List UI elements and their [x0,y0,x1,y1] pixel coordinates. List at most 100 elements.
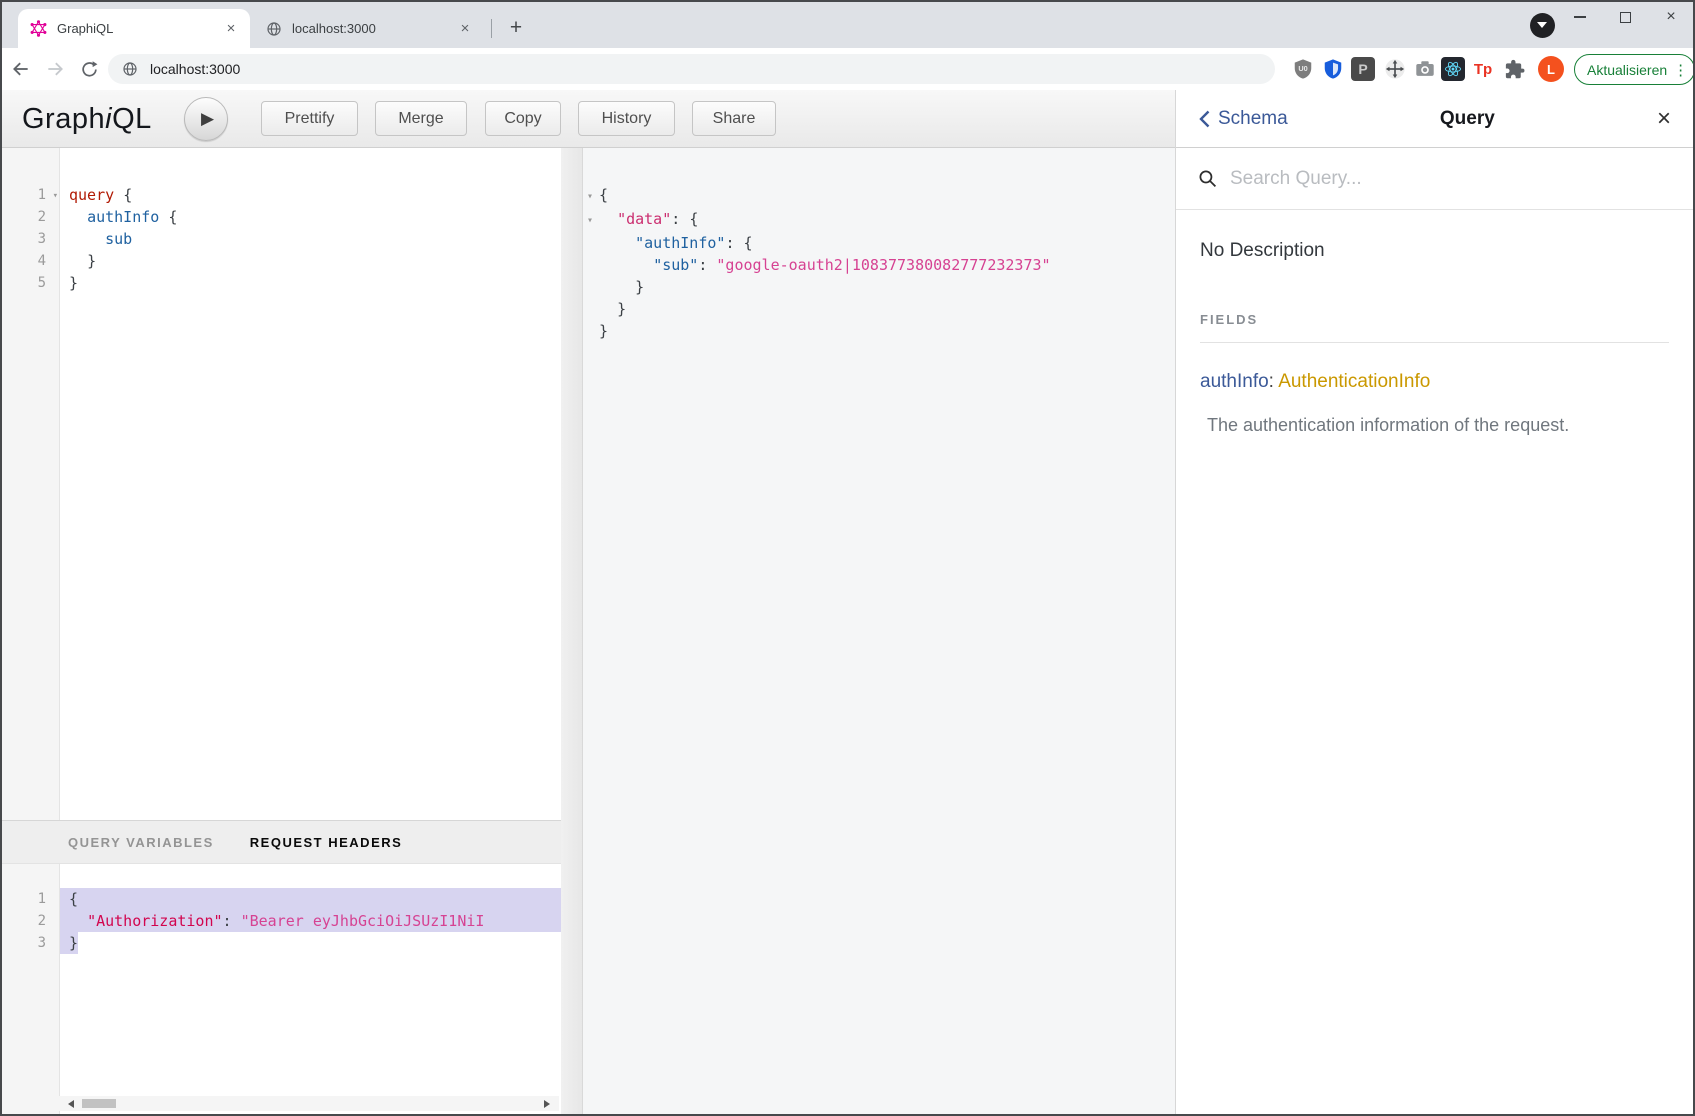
horizontal-scrollbar[interactable] [59,1096,559,1111]
scroll-left-icon[interactable] [64,1100,74,1108]
graphiql-app: GraphiQL ▶ Prettify Merge Copy History S… [2,90,1693,1114]
line-gutter: 1 [2,888,59,910]
maximize-icon [1620,12,1631,23]
address-bar[interactable]: localhost:3000 [108,54,1275,84]
code-line: 1▾query { [2,184,561,206]
prettify-button[interactable]: Prettify [261,101,358,136]
code-line: 3} [2,932,561,954]
code-text: authInfo { [59,206,561,228]
docs-header: Schema Query × [1176,90,1693,148]
code-line: ▾ "data": { [583,208,1175,232]
extensions-puzzle-icon[interactable] [1502,56,1528,82]
browser-toolbar: localhost:3000 U0 P Tp L Aktual [2,48,1693,90]
fold-icon[interactable]: ▾ [587,191,593,202]
move-cross-extension-icon[interactable] [1382,56,1408,82]
globe-icon [266,21,282,37]
fold-icon[interactable]: ▾ [587,215,593,226]
docs-title: Query [1288,108,1657,130]
field-row: authInfo: AuthenticationInfo [1200,371,1669,393]
code-text: { [59,888,561,910]
docs-close-button[interactable]: × [1657,109,1671,129]
tab-separator [491,19,492,38]
tab-search-chevron-icon[interactable] [1530,13,1555,38]
field-name-link[interactable]: authInfo [1200,371,1269,392]
code-text: } [59,932,78,954]
line-gutter: 3 [2,228,59,250]
line-gutter [583,276,599,298]
browser-tab-localhost[interactable]: localhost:3000 × [254,9,484,48]
adblock-shield-extension-icon[interactable]: U0 [1290,56,1316,82]
tab-request-headers[interactable]: REQUEST HEADERS [250,835,403,850]
camera-extension-icon[interactable] [1412,56,1438,82]
line-gutter: 4 [2,250,59,272]
tp-extension-icon[interactable]: Tp [1470,56,1496,82]
code-line: 3 sub [2,228,561,250]
code-line: "authInfo": { [583,232,1175,254]
share-button[interactable]: Share [692,101,776,136]
line-gutter [583,232,599,254]
new-tab-button[interactable]: + [502,14,530,42]
docs-back-link[interactable]: Schema [1198,108,1288,130]
update-browser-button[interactable]: Aktualisieren ⋮ [1574,54,1695,85]
query-editor[interactable]: 1▾query {2 authInfo {3 sub4 }5} [2,148,561,820]
p-extension-icon[interactable]: P [1350,56,1376,82]
line-gutter [583,298,599,320]
search-icon [1198,169,1217,188]
line-gutter: ▾ [583,208,599,232]
variables-section: QUERY VARIABLES REQUEST HEADERS 1{2 "Aut… [2,820,561,1114]
window-close-button[interactable]: × [1650,2,1692,32]
window-minimize-button[interactable] [1559,2,1601,32]
line-gutter [583,254,599,276]
line-gutter: 2 [2,206,59,228]
code-line: } [583,320,1175,342]
field-description: The authentication information of the re… [1200,415,1669,436]
tab-close-icon[interactable]: × [222,20,240,38]
pane-drag-handle[interactable] [561,148,583,1114]
tab-close-icon[interactable]: × [456,20,474,38]
code-text: query { [59,184,561,206]
bitwarden-extension-icon[interactable] [1320,56,1346,82]
react-devtools-extension-icon[interactable] [1440,56,1466,82]
code-text: } [59,272,561,294]
history-button[interactable]: History [578,101,675,136]
back-button[interactable] [6,54,36,84]
code-line: 1{ [2,888,561,910]
docs-search-row [1176,148,1693,210]
docs-search-input[interactable] [1230,168,1671,190]
code-line: 2 "Authorization": "Bearer eyJhbGciOiJSU… [2,910,561,932]
browser-window: GraphiQL × localhost:3000 × + × [0,0,1695,1116]
code-text: sub [59,228,561,250]
code-text: } [599,298,1175,320]
execute-query-button[interactable]: ▶ [184,97,228,141]
merge-button[interactable]: Merge [375,101,467,136]
variables-tabbar: QUERY VARIABLES REQUEST HEADERS [2,820,561,864]
code-text: "sub": "google-oauth2|108377380082777232… [599,254,1175,276]
code-line: 5} [2,272,561,294]
browser-tab-graphiql[interactable]: GraphiQL × [18,9,250,48]
scroll-right-icon[interactable] [544,1100,554,1108]
profile-avatar[interactable]: L [1538,56,1564,82]
copy-button[interactable]: Copy [485,101,561,136]
code-line: "sub": "google-oauth2|108377380082777232… [583,254,1175,276]
reload-button[interactable] [74,54,104,84]
graphiql-logo: GraphiQL [22,103,152,136]
forward-button[interactable] [40,54,70,84]
line-gutter [583,320,599,342]
browser-menu-icon[interactable]: ⋮ [1673,61,1688,79]
fold-icon[interactable]: ▾ [53,185,58,207]
update-label: Aktualisieren [1587,62,1667,78]
tab-query-variables[interactable]: QUERY VARIABLES [68,835,214,850]
tab-title: localhost:3000 [292,21,456,36]
request-headers-editor[interactable]: 1{2 "Authorization": "Bearer eyJhbGciOiJ… [2,864,561,1114]
line-gutter: 3 [2,932,59,954]
window-maximize-button[interactable] [1604,2,1646,32]
play-icon: ▶ [201,109,214,129]
line-gutter: 1▾ [2,184,59,206]
code-text: { [599,184,1175,208]
code-line: ▾{ [583,184,1175,208]
code-line: } [583,298,1175,320]
scrollbar-thumb[interactable] [82,1099,116,1108]
field-type-link[interactable]: AuthenticationInfo [1278,371,1430,392]
code-text: } [599,276,1175,298]
line-gutter: 2 [2,910,59,932]
